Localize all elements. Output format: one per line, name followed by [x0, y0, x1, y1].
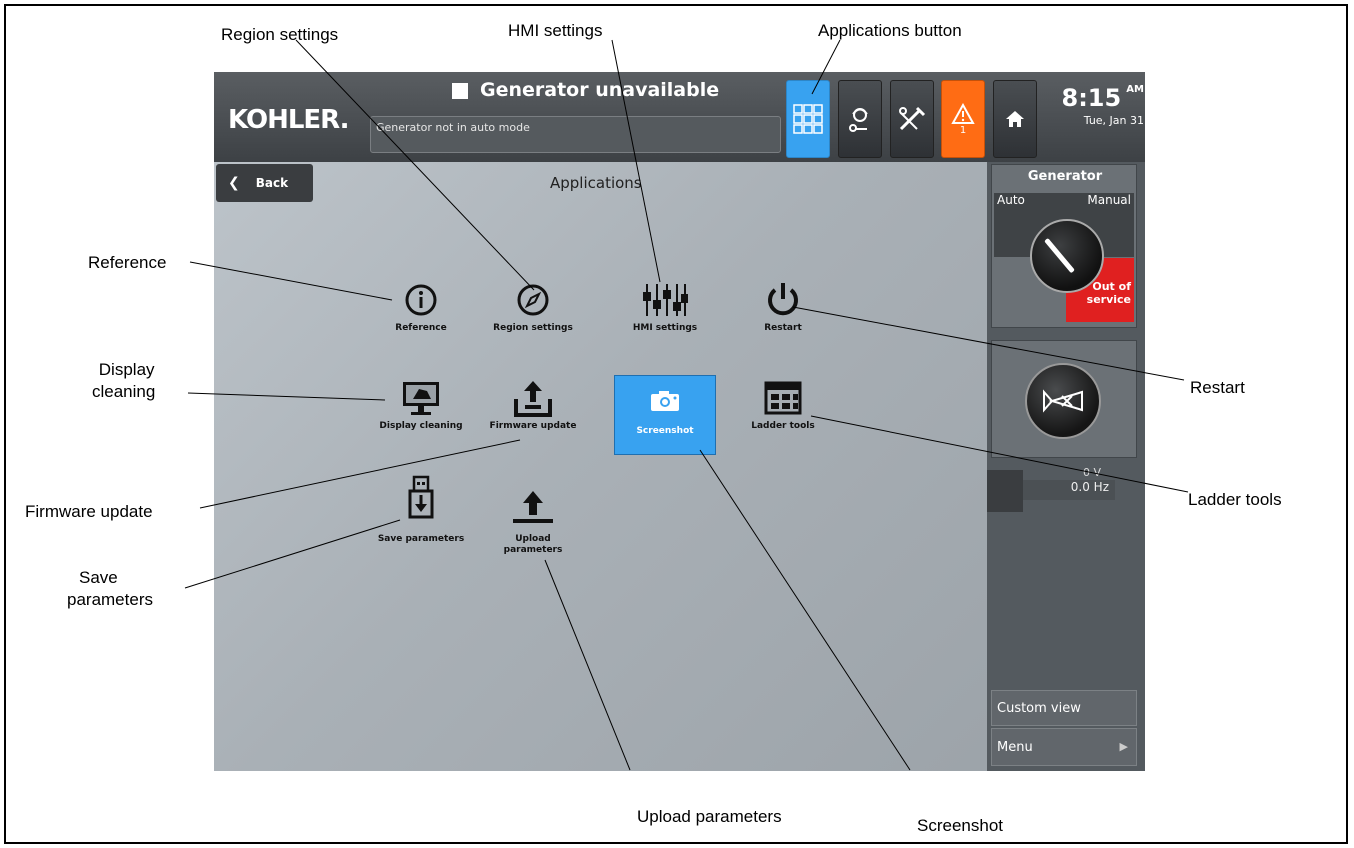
horn-silence-button[interactable] [1025, 363, 1101, 439]
app-ladder-tools[interactable]: Ladder tools [733, 375, 833, 432]
page-title: Applications [550, 174, 642, 192]
app-label: Display cleaning [379, 421, 463, 431]
menu-label: Menu [997, 740, 1033, 755]
callout-upload-parameters: Upload parameters [637, 807, 782, 826]
meter-block [987, 470, 1023, 512]
app-label: HMI settings [632, 323, 698, 333]
ladder-grid-icon [764, 381, 802, 415]
app-upload-parameters[interactable]: Upload parameters [493, 472, 573, 556]
callout-line: parameters [67, 590, 153, 609]
upload-tray-icon [514, 381, 552, 417]
upload-arrow-icon [513, 491, 553, 523]
app-label: Restart [764, 323, 802, 333]
callout-display-cleaning: Display cleaning [92, 359, 155, 403]
app-screenshot[interactable]: Screenshot [614, 375, 716, 455]
tools-icon [899, 106, 926, 131]
menu-button[interactable]: Menu ▶ [991, 728, 1137, 766]
top-bar: KOHLER. Generator unavailable Generator … [214, 72, 1145, 162]
horn-muted-icon [1043, 389, 1083, 413]
clock-time: 8:15 [1061, 84, 1122, 112]
service-tools-button[interactable] [890, 80, 934, 158]
app-save-parameters[interactable]: Save parameters [371, 472, 471, 545]
callout-line: Display [98, 360, 155, 379]
voltage-readout: 0 V [1083, 466, 1102, 479]
callout-screenshot: Screenshot [917, 816, 1003, 835]
callout-ladder-tools: Ladder tools [1188, 490, 1282, 509]
usb-download-icon [408, 475, 434, 519]
app-label: Reference [395, 323, 447, 333]
app-firmware-update[interactable]: Firmware update [483, 375, 583, 432]
status-indicator-icon [452, 83, 468, 99]
applications-grid-icon [793, 104, 823, 134]
power-icon [768, 283, 798, 316]
callout-line: Save [79, 568, 118, 587]
warning-icon [951, 102, 975, 124]
back-label: Back [255, 176, 289, 190]
camera-icon [651, 391, 679, 411]
home-button[interactable] [993, 80, 1037, 158]
callout-region-settings: Region settings [221, 25, 339, 44]
app-hmi-settings[interactable]: HMI settings [615, 277, 715, 334]
back-button[interactable]: ❮ Back [216, 164, 313, 202]
status-message-box[interactable]: Generator not in auto mode [370, 116, 781, 153]
alarm-count-badge: 1 [959, 124, 967, 136]
callout-firmware-update: Firmware update [25, 502, 153, 521]
info-icon [405, 284, 437, 316]
callout-line: cleaning [92, 382, 156, 401]
custom-view-button[interactable]: Custom view [991, 690, 1137, 726]
callout-hmi-settings: HMI settings [508, 21, 603, 40]
compass-icon [517, 284, 549, 316]
clock-date: Tue, Jan 31 [1083, 114, 1144, 127]
status-message: Generator not in auto mode [376, 121, 530, 134]
app-restart[interactable]: Restart [733, 277, 833, 334]
sliders-icon [643, 284, 688, 316]
hmi-screen: KOHLER. Generator unavailable Generator … [214, 72, 1145, 771]
kohler-logo: KOHLER. [228, 105, 350, 135]
generator-mode-panel: Generator Auto Manual Out of service [991, 164, 1137, 328]
triangle-right-icon: ▶ [1119, 740, 1128, 753]
clock-ampm: AM [1126, 84, 1144, 95]
clock: 8:15 AM Tue, Jan 31 [1034, 84, 1145, 127]
callout-applications-button: Applications button [818, 21, 962, 40]
alarms-button[interactable]: 1 [941, 80, 985, 158]
app-display-cleaning[interactable]: Display cleaning [371, 375, 471, 432]
horn-panel [991, 340, 1137, 458]
app-reference[interactable]: Reference [371, 277, 471, 334]
callout-restart: Restart [1190, 378, 1245, 397]
right-panel: Generator Auto Manual Out of service 0 V… [987, 162, 1145, 771]
mode-auto-label: Auto [997, 193, 1025, 207]
app-label: Screenshot [636, 426, 694, 436]
generator-title: Generator [1027, 169, 1103, 184]
app-label: Region settings [493, 323, 573, 333]
app-label: Save parameters [377, 534, 465, 544]
app-label: Ladder tools [751, 421, 815, 431]
status-title: Generator unavailable [480, 79, 720, 101]
custom-view-label: Custom view [997, 701, 1081, 716]
chevron-left-icon: ❮ [228, 175, 240, 191]
applications-button[interactable] [786, 80, 830, 158]
callout-save-parameters: Save parameters [67, 567, 153, 611]
app-label: Upload parameters [503, 534, 563, 555]
mode-selector-knob[interactable] [1030, 219, 1104, 293]
engineer-icon [849, 108, 868, 132]
home-icon [1006, 111, 1024, 127]
user-access-button[interactable] [838, 80, 882, 158]
frequency-readout: 0.0 Hz [1023, 480, 1115, 500]
mode-manual-label: Manual [1087, 193, 1131, 207]
callout-reference: Reference [88, 253, 167, 272]
app-region-settings[interactable]: Region settings [483, 277, 583, 334]
monitor-cleaning-icon [403, 382, 439, 415]
app-label: Firmware update [489, 421, 577, 431]
